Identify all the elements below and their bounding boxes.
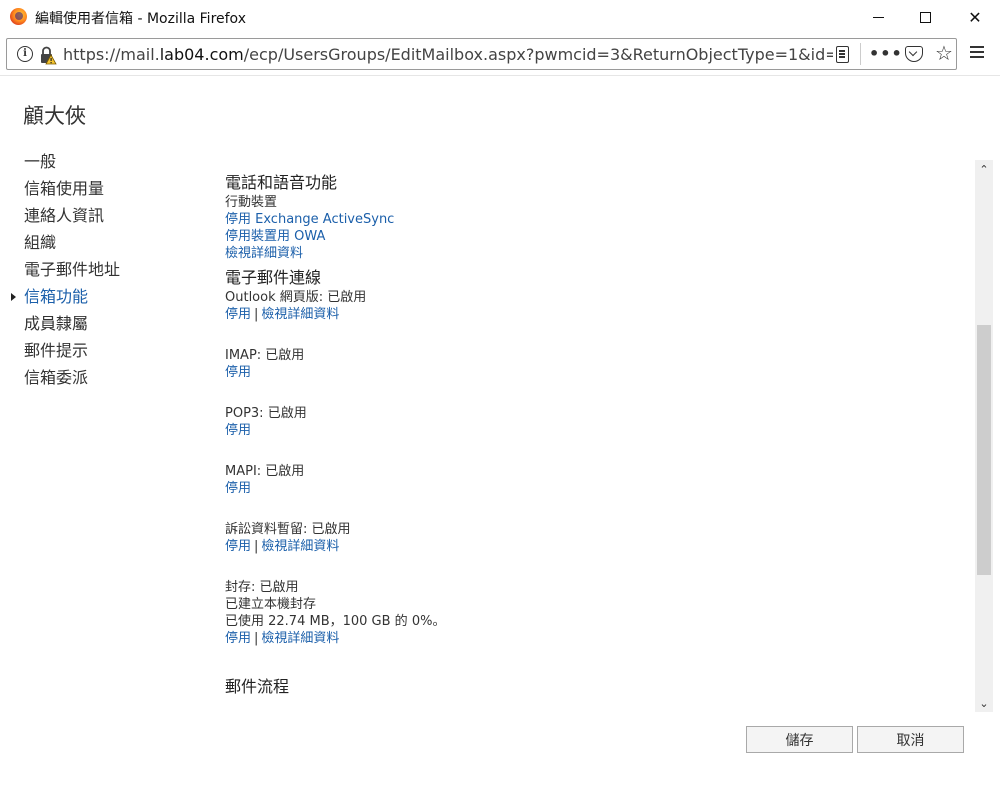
scroll-down-icon[interactable]: ⌄ xyxy=(975,694,993,712)
litigation-hold-disable-link[interactable]: 停用 xyxy=(225,539,251,554)
mapi-disable-link[interactable]: 停用 xyxy=(225,481,251,496)
pocket-icon[interactable] xyxy=(905,46,923,62)
selected-caret-icon xyxy=(11,293,16,301)
owa-view-details-link[interactable]: 檢視詳細資料 xyxy=(261,307,339,322)
url-text[interactable]: https://mail.lab04.com/ecp/UsersGroups/E… xyxy=(63,45,833,64)
mail-flow-section-title: 郵件流程 xyxy=(225,677,290,696)
litigation-hold-status: 訴訟資料暫留: 已啟用 xyxy=(225,522,351,537)
archive-disable-link[interactable]: 停用 xyxy=(225,631,251,646)
page-actions-more-icon[interactable]: ••• xyxy=(869,44,903,63)
urlbar-divider xyxy=(860,43,861,65)
close-window-button[interactable]: ✕ xyxy=(950,0,1000,34)
cancel-button[interactable]: 取消 xyxy=(857,726,964,753)
phone-voice-section-title: 電話和語音功能 xyxy=(225,173,338,192)
email-connectivity-section-title: 電子郵件連線 xyxy=(225,268,322,287)
scroll-up-icon[interactable]: ⌃ xyxy=(975,160,993,178)
sidebar-nav: 一般 信箱使用量 連絡人資訊 組織 電子郵件地址 信箱功能 成員隸屬 郵件提示 … xyxy=(0,148,200,391)
nav-item-member-of[interactable]: 成員隸屬 xyxy=(0,310,200,337)
page-body: 顧大俠 一般 信箱使用量 連絡人資訊 組織 電子郵件地址 信箱功能 成員隸屬 郵… xyxy=(0,75,1000,789)
owa-status: Outlook 網頁版: 已啟用 xyxy=(225,290,367,305)
archive-created-text: 已建立本機封存 xyxy=(225,597,317,612)
content-scrollbar[interactable]: ⌃ ⌄ xyxy=(975,160,993,712)
hamburger-menu-icon[interactable] xyxy=(970,46,984,48)
link-separator: | xyxy=(254,631,259,646)
url-path: /ecp/UsersGroups/EditMailbox.aspx?pwmcid… xyxy=(243,45,833,64)
pop3-status: POP3: 已啟用 xyxy=(225,406,307,421)
firefox-logo-icon xyxy=(10,8,27,25)
link-separator: | xyxy=(254,307,259,322)
imap-disable-link[interactable]: 停用 xyxy=(225,365,251,380)
scroll-thumb[interactable] xyxy=(977,325,991,575)
archive-status: 封存: 已啟用 xyxy=(225,580,299,595)
archive-view-details-link[interactable]: 檢視詳細資料 xyxy=(261,631,339,646)
address-bar[interactable]: i https://mail.lab04.com/ecp/UsersGroups… xyxy=(6,38,957,70)
imap-status: IMAP: 已啟用 xyxy=(225,348,305,363)
minimize-button[interactable] xyxy=(853,0,903,34)
navigation-toolbar: i https://mail.lab04.com/ecp/UsersGroups… xyxy=(0,34,1000,75)
nav-item-contact-info[interactable]: 連絡人資訊 xyxy=(0,202,200,229)
archive-usage-text: 已使用 22.74 MB，100 GB 的 0%。 xyxy=(225,614,446,629)
owa-disable-link[interactable]: 停用 xyxy=(225,307,251,322)
window-title: 編輯使用者信箱 - Mozilla Firefox xyxy=(35,11,246,27)
save-button[interactable]: 儲存 xyxy=(746,726,853,753)
minimize-icon xyxy=(872,16,884,18)
nav-item-mailbox-features-label: 信箱功能 xyxy=(24,287,89,306)
page-title: 顧大俠 xyxy=(23,104,86,128)
mobile-view-details-link[interactable]: 檢視詳細資料 xyxy=(225,246,303,261)
nav-item-general[interactable]: 一般 xyxy=(0,148,200,175)
mailbox-features-content: 電話和語音功能 行動裝置 停用 Exchange ActiveSync 停用裝置… xyxy=(225,172,965,717)
nav-item-mailbox-delegation[interactable]: 信箱委派 xyxy=(0,364,200,391)
maximize-button[interactable] xyxy=(900,0,950,34)
link-separator: | xyxy=(254,539,259,554)
nav-item-mailbox-usage[interactable]: 信箱使用量 xyxy=(0,175,200,202)
nav-item-mail-tip[interactable]: 郵件提示 xyxy=(0,337,200,364)
url-host: lab04.com xyxy=(159,45,244,64)
litigation-hold-view-details-link[interactable]: 檢視詳細資料 xyxy=(261,539,339,554)
nav-item-email-address[interactable]: 電子郵件地址 xyxy=(0,256,200,283)
mobile-devices-label: 行動裝置 xyxy=(225,195,278,210)
nav-item-mailbox-features[interactable]: 信箱功能 xyxy=(0,283,200,310)
url-prefix: https://mail. xyxy=(63,45,160,64)
disable-owa-devices-link[interactable]: 停用裝置用 OWA xyxy=(225,229,325,244)
site-info-icon[interactable]: i xyxy=(17,46,33,62)
window-titlebar: 編輯使用者信箱 - Mozilla Firefox ✕ xyxy=(0,0,1000,34)
pop3-disable-link[interactable]: 停用 xyxy=(225,423,251,438)
nav-item-organization[interactable]: 組織 xyxy=(0,229,200,256)
maximize-icon xyxy=(919,11,931,23)
mapi-status: MAPI: 已啟用 xyxy=(225,464,305,479)
disable-activesync-link[interactable]: 停用 Exchange ActiveSync xyxy=(225,212,394,227)
close-icon: ✕ xyxy=(968,7,982,27)
reader-view-icon[interactable] xyxy=(836,46,849,63)
insecure-lock-icon[interactable] xyxy=(39,45,57,65)
bookmark-star-icon[interactable]: ☆ xyxy=(935,41,953,65)
